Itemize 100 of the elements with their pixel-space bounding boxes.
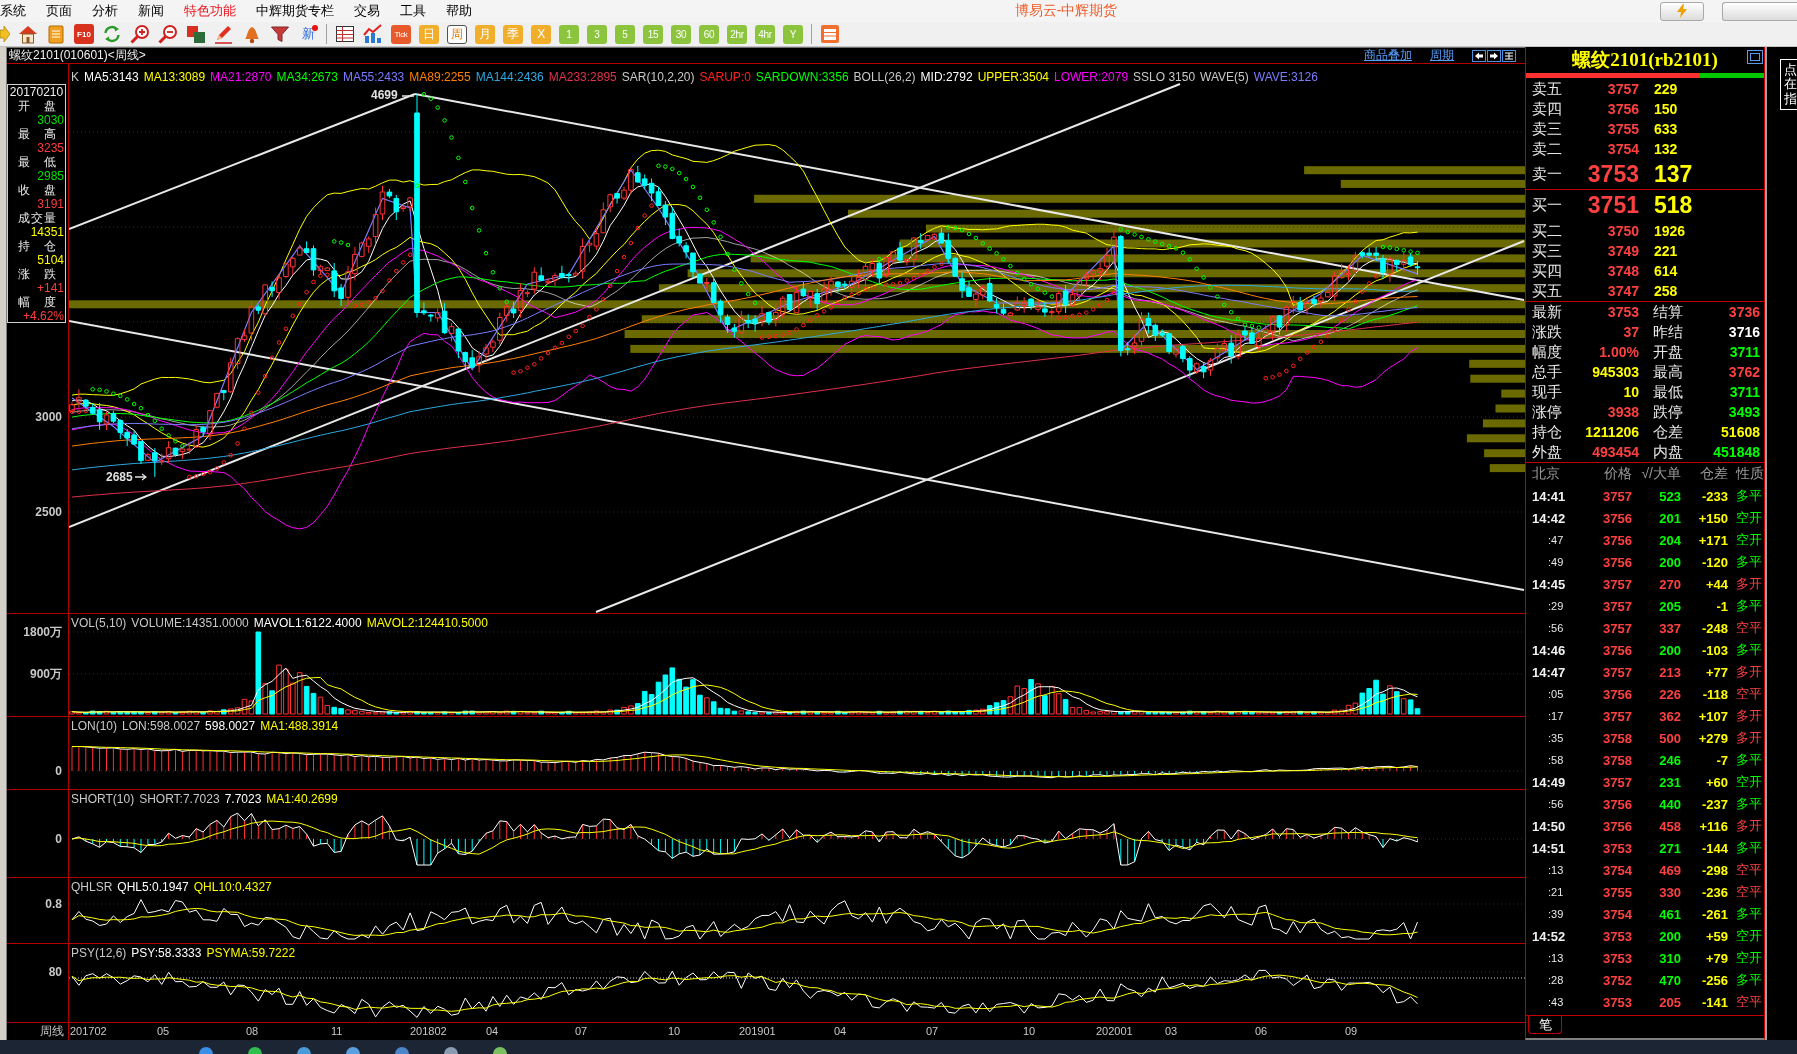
axis-label: 2500 [35,505,62,519]
period-button[interactable]: Tick [391,24,411,44]
calendar-icon[interactable] [820,24,840,44]
tick-time: :58 [1547,754,1565,766]
maximize-icon[interactable] [1747,50,1763,64]
zoom-in-icon[interactable] [130,24,150,44]
order-level-label: 买四 [1532,261,1563,281]
indicator-legend-text: MA89:2255 [409,70,471,84]
axis-label: 07 [575,1025,588,1038]
axis-label: 09 [1345,1025,1358,1038]
taskbar-app-icon[interactable] [394,1046,410,1054]
chip-distribution-bar [1482,419,1525,428]
quote-stat-label: 现手 [1532,382,1563,402]
tick-price: 3757 [1602,488,1632,504]
filter-icon[interactable] [270,24,290,44]
tick-price: 3756 [1602,796,1632,812]
indicator-legend-text: QHL10:0.4327 [193,880,272,894]
zoom-out-icon[interactable] [158,24,178,44]
indicator-legend-text: MA1:488.3914 [260,719,339,733]
menu-item[interactable]: 特色功能 [184,2,236,20]
chip-distribution-bar [1495,404,1525,413]
menu-item[interactable]: 系统 [0,2,26,20]
home-icon[interactable] [18,24,38,44]
menu-item[interactable]: 帮助 [446,2,472,20]
taskbar-app-icon[interactable] [198,1046,214,1054]
tab[interactable]: 笔 [1528,1016,1562,1034]
order-price: 3757 [1606,81,1639,97]
header-link[interactable]: 周期 [1430,47,1454,64]
menu-item[interactable]: 新闻 [138,2,164,20]
tick-time: :49 [1547,556,1565,568]
tick-volume: 213 [1658,664,1681,680]
notepad-icon[interactable] [46,24,66,44]
tick-nature: 多平 [1735,971,1763,989]
order-price: 3754 [1606,141,1639,157]
tick-time: 14:45 [1532,576,1567,592]
tick-volume: 337 [1658,620,1681,636]
tick-volume: 469 [1658,862,1681,878]
news-button[interactable]: 新 [298,24,318,44]
tick-time: :29 [1547,600,1565,612]
tick-volume: 204 [1658,532,1681,548]
table-icon[interactable] [335,24,355,44]
tick-nature: 多开 [1735,575,1763,593]
indicator-legend-text: QHLSR [71,880,113,894]
menu-item[interactable]: 交易 [354,2,380,20]
period-button[interactable]: 周 [447,24,467,44]
tick-volume: 246 [1658,752,1681,768]
column-header: 仓差 [1699,465,1728,483]
chip-distribution-bar [1466,434,1525,443]
taskbar-app-icon[interactable] [345,1046,361,1054]
indicator-legend-text: MA233:2895 [548,70,617,84]
indicator-legend-text: MA21:2870 [210,70,272,84]
tick-nature: 多平 [1735,487,1763,505]
layout-icon[interactable] [1502,49,1516,62]
quote-stat-label: 内盘 [1652,442,1684,462]
taskbar-app-icon[interactable] [296,1046,312,1054]
tick-volume: 523 [1658,488,1681,504]
header-link[interactable]: 商品叠加 [1364,47,1412,64]
indicator-legend-text: SAR(10,2,20) [621,70,695,84]
indicator-legend-text: VOL(5,10) [71,616,127,630]
tick-position-change: +44 [1704,576,1728,592]
axis-label: 0 [55,764,62,778]
tick-time: 14:42 [1532,510,1567,526]
tick-position-change: -144 [1700,840,1728,856]
side-note[interactable]: 点在指 [1780,59,1797,110]
tick-position-change: -120 [1700,554,1728,570]
order-level-label: 卖四 [1532,99,1563,119]
menu-item[interactable]: 页面 [46,2,72,20]
tick-volume: 200 [1658,554,1681,570]
axis-label: 201901 [739,1025,776,1038]
taskbar-app-icon[interactable] [492,1046,508,1054]
indicator-legend-text: MA34:2673 [276,70,338,84]
indicator-legend-text: SARDOWN:3356 [755,70,849,84]
bell-icon[interactable] [242,24,262,44]
menu-item[interactable]: 分析 [92,2,118,20]
menu-item[interactable]: 工具 [400,2,426,20]
quote-stat-label: 跌停 [1652,402,1684,422]
taskbar-app-icon[interactable] [443,1046,459,1054]
price-marker: 2685 [106,470,133,484]
scroll-left-icon[interactable] [1472,49,1486,62]
tick-position-change: +116 [1698,818,1728,834]
chip-distribution-bar [1489,464,1525,473]
info-value: 2985 [37,169,65,183]
tick-nature: 多平 [1735,905,1763,923]
chart-icon[interactable] [363,24,383,44]
tick-nature: 空平 [1735,619,1763,637]
overlapping-squares-icon[interactable] [186,24,206,44]
tick-nature: 空开 [1735,949,1763,967]
tick-volume: 205 [1658,994,1681,1010]
quote-stat-value: 451848 [1712,444,1760,460]
taskbar-app-icon[interactable] [247,1046,263,1054]
tick-time: :21 [1547,886,1565,898]
indicator-legend-text: SHORT:7.7023 [139,792,220,806]
refresh-icon[interactable] [102,24,122,44]
menu-item[interactable]: 中辉期货专栏 [256,2,334,20]
pencil-icon[interactable] [214,24,234,44]
f10-button[interactable]: F10 [74,24,94,44]
quote-stat-label: 涨停 [1532,402,1563,422]
indicator-legend-text: BOLL(26,2) [853,70,916,84]
scroll-right-icon[interactable] [1487,49,1501,62]
tick-time: 14:50 [1532,818,1567,834]
